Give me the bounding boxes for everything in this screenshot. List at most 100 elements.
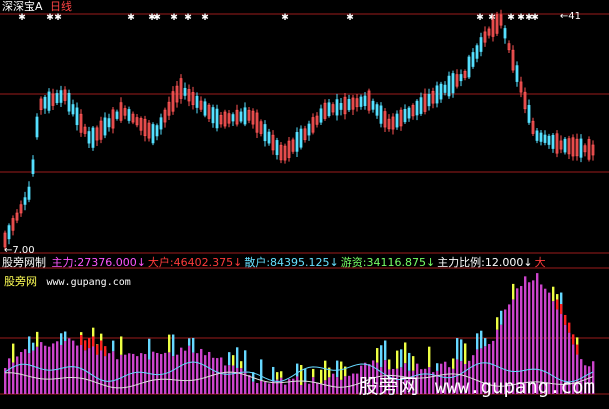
candle-body: [203, 101, 207, 116]
main-force-bar: [88, 348, 91, 394]
signal-marker: ✱: [46, 13, 54, 23]
main-force-bar: [8, 358, 11, 394]
hot-money-bar: [272, 366, 275, 382]
candle-body: [443, 84, 447, 93]
big-holder-bar: [576, 344, 579, 355]
candle-body: [459, 74, 463, 82]
candle-body: [75, 107, 79, 126]
stock-name: 深深宝A: [2, 0, 43, 13]
indicator-name: 股旁网制: [2, 256, 46, 269]
main-force-bar: [272, 381, 275, 394]
candle-body: [307, 123, 311, 136]
hot-money-bar: [188, 338, 191, 346]
big-holder-bar: [88, 338, 91, 349]
hot-money-bar: [28, 336, 31, 354]
main-force-bar: [140, 353, 143, 394]
candle-body: [415, 100, 419, 116]
hot-money-bar: [336, 360, 339, 378]
big-holder-bar: [564, 314, 567, 325]
candle-body: [267, 131, 271, 144]
price-high-label: ←41: [559, 11, 581, 22]
hot-money-bar: [32, 342, 35, 351]
candle-body: [231, 114, 235, 122]
main-force-bar: [60, 344, 63, 394]
main-force-bar: [216, 358, 219, 394]
hot-money-bar: [380, 345, 383, 368]
hot-money-bar: [300, 365, 303, 385]
candle-body: [379, 105, 383, 124]
signal-marker: ✱: [54, 13, 62, 23]
stock-chart[interactable]: ✱ ✱ ✱ ✱ ✱✱ ✱ ✱ ✱ ✱ ✱ ✱ ✱ ✱ ✱ ✱✱: [0, 0, 609, 409]
main-force-bar: [324, 380, 327, 394]
main-force-bar: [248, 375, 251, 394]
signal-marker: ✱: [531, 13, 539, 23]
candle-body: [211, 107, 215, 124]
hot-money-bar: [12, 343, 15, 363]
big-holder-bar: [556, 299, 559, 310]
main-force-bar: [252, 381, 255, 394]
hot-money-bar: [400, 349, 403, 368]
candle-body: [503, 28, 507, 39]
candle-body: [435, 85, 439, 104]
indicator-item-3: 游资:34116.875↓: [340, 256, 436, 269]
main-force-bar: [348, 375, 351, 394]
hot-money-bar: [340, 361, 343, 380]
main-force-bar: [16, 356, 19, 394]
candle-body: [363, 95, 367, 107]
main-force-bar: [316, 382, 319, 394]
hot-money-bar: [404, 342, 407, 364]
indicator-items: 主力:27376.000↓ 大户:46402.375↓ 散户:84395.125↓ 游…: [52, 256, 548, 269]
signal-marker: ✱: [507, 13, 515, 23]
candle-body: [563, 138, 567, 153]
candle-body: [215, 108, 219, 129]
hot-money-bar: [320, 369, 323, 384]
main-force-bar: [68, 338, 71, 394]
hot-money-bar: [384, 340, 387, 361]
candle-body: [547, 135, 551, 145]
candle-body: [115, 111, 119, 119]
candle-body: [359, 96, 363, 107]
big-holder-bar: [80, 335, 83, 346]
main-force-bar: [28, 353, 31, 394]
candle-body: [159, 117, 163, 130]
candle-body: [87, 131, 91, 144]
main-force-bar: [296, 376, 299, 394]
watermark: 股旁网 www.gupang.com: [358, 370, 595, 399]
hot-money-bar: [240, 361, 243, 369]
candle-body: [263, 124, 267, 142]
main-force-bar: [188, 345, 191, 394]
hot-money-bar: [112, 340, 115, 352]
main-force-bar: [344, 376, 347, 394]
candle-body: [543, 134, 547, 143]
main-force-bar: [280, 377, 283, 394]
hot-money-bar: [484, 338, 487, 347]
main-force-bar: [184, 350, 187, 394]
indicator-item-1: 大户:46402.375↓: [147, 256, 243, 269]
candle-body: [67, 92, 71, 112]
signal-marker: ✱: [476, 13, 484, 23]
hot-money-bar: [396, 350, 399, 369]
hot-money-bar: [460, 339, 463, 362]
candle-body: [243, 107, 247, 125]
signal-marker: ✱: [18, 13, 26, 23]
signal-marker: ✱: [346, 13, 354, 23]
big-holder-bar: [96, 344, 99, 355]
hot-money-bar: [376, 348, 379, 363]
main-force-bar: [204, 355, 207, 394]
watermark-url: www.gupang.com: [434, 376, 595, 398]
signal-marker: ✱: [153, 13, 161, 23]
candle-body: [299, 128, 303, 148]
hot-money-bar: [476, 333, 479, 350]
candle-body: [71, 104, 75, 115]
candle-body: [451, 73, 455, 94]
hot-money-bar: [228, 352, 231, 366]
hot-money-bar: [148, 338, 151, 360]
signal-marker: ✱: [281, 13, 289, 23]
candle-body: [407, 107, 411, 119]
hot-money-bar: [512, 283, 515, 300]
main-force-bar: [100, 350, 103, 394]
candle-body: [43, 96, 47, 109]
main-force-bar: [124, 354, 127, 394]
main-force-bar: [232, 365, 235, 394]
main-force-bar: [92, 346, 95, 394]
